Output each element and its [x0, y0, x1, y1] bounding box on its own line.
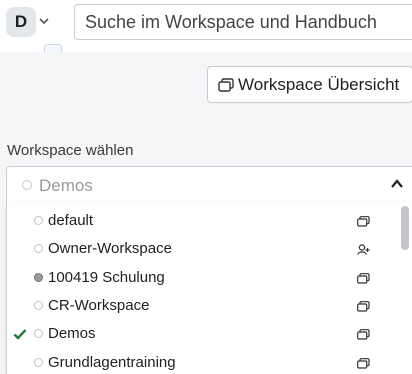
chevron-up-icon[interactable] [390, 178, 404, 190]
status-dot-icon [34, 244, 43, 253]
scrollbar-thumb[interactable] [401, 206, 409, 250]
workspace-option-label: default [48, 212, 94, 229]
stack-icon [357, 358, 370, 369]
workspace-select-label: Workspace wählen [7, 142, 134, 159]
caret-down-icon[interactable] [39, 16, 49, 26]
list-item[interactable]: CR-Workspace [7, 292, 399, 320]
status-dot-icon [34, 216, 43, 225]
list-item[interactable]: Owner-Workspace [7, 235, 399, 263]
list-item[interactable]: default [7, 207, 399, 235]
workspace-option-label: Grundlagentraining [48, 354, 176, 371]
avatar-letter: D [14, 12, 28, 31]
avatar[interactable]: D [6, 7, 36, 37]
stack-icon [357, 273, 370, 284]
workspace-option-label: CR-Workspace [48, 297, 150, 314]
status-dot-icon [34, 358, 43, 367]
workspace-select-value: Demos [39, 176, 93, 195]
list-item[interactable]: 100419 Schulung [7, 264, 399, 292]
stack-icon [357, 216, 370, 227]
status-dot-icon [22, 180, 32, 190]
list-item[interactable]: Grundlagentraining [7, 349, 399, 374]
search-input[interactable] [74, 4, 412, 40]
workspace-overview-label: Workspace Übersicht [238, 74, 400, 94]
workspace-option-label: 100419 Schulung [48, 269, 165, 286]
list-item[interactable]: Demos [7, 320, 399, 348]
stack-icon [218, 77, 234, 92]
status-dot-icon [34, 301, 43, 310]
status-dot-icon [34, 273, 43, 282]
status-dot-icon [34, 329, 43, 338]
workspace-overview-button[interactable]: Workspace Übersicht [207, 66, 412, 103]
workspace-select[interactable]: Demos [6, 166, 412, 203]
workspace-option-label: Owner-Workspace [48, 240, 172, 257]
workspace-dropdown: default Owner-Workspace 100419 Schulung … [6, 203, 412, 374]
user-plus-icon [357, 244, 370, 255]
top-bar: D [0, 0, 412, 56]
stack-icon [357, 329, 370, 340]
stack-icon [357, 301, 370, 312]
workspace-option-label: Demos [48, 325, 96, 342]
checkmark-icon [13, 329, 27, 340]
